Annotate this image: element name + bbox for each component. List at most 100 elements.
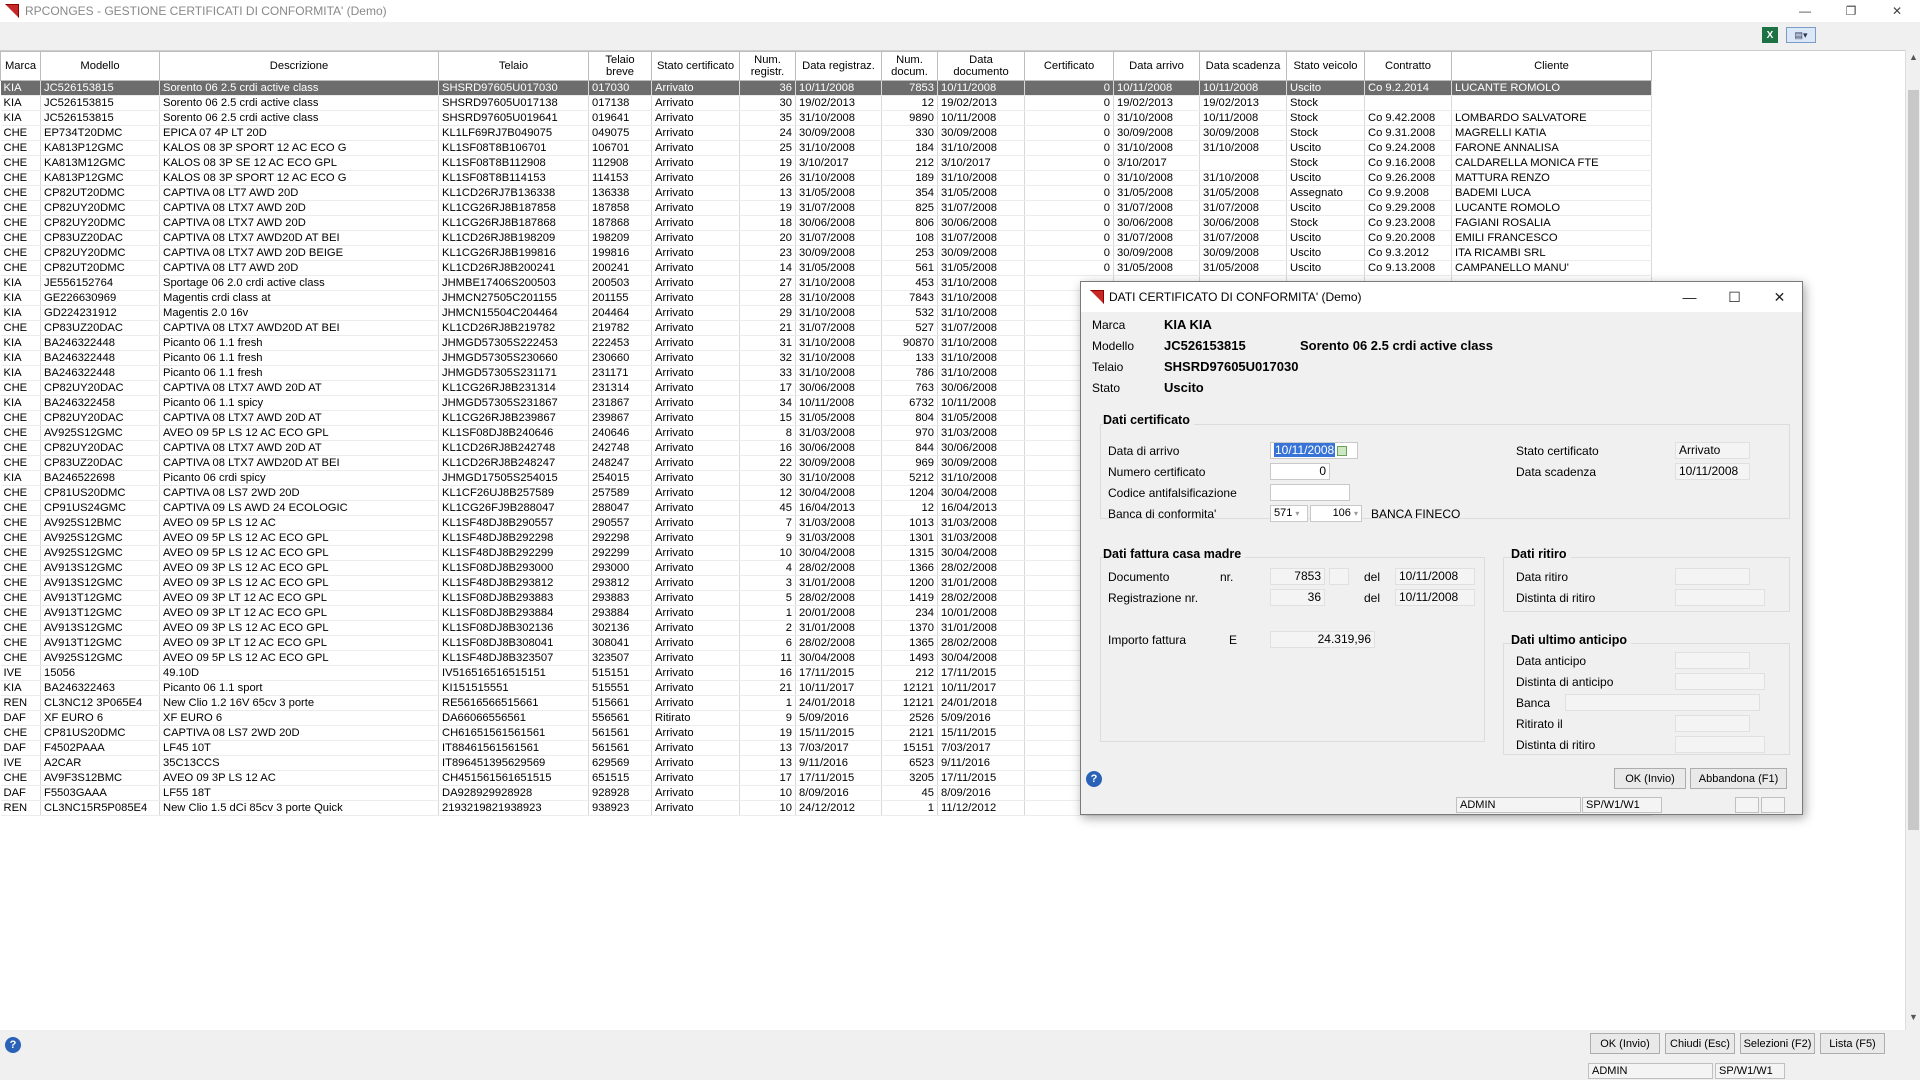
stato-label: Stato: [1092, 381, 1121, 395]
table-cell: Arrivato: [651, 800, 740, 816]
table-cell: 28/02/2008: [937, 590, 1025, 606]
table-cell: RE5616566515661: [438, 695, 589, 711]
table-row[interactable]: CHE CP82UY20DMC CAPTIVA 08 LTX7 AWD 20D KL1…: [0, 200, 1652, 216]
dialog-ok-button[interactable]: OK (Invio): [1614, 768, 1686, 789]
table-cell: 30/09/2008: [1113, 125, 1200, 141]
table-row[interactable]: CHE CP83UZ20DAC CAPTIVA 08 LTX7 AWD20D AT …: [0, 230, 1652, 246]
table-cell: 293884: [588, 605, 652, 621]
close-button[interactable]: ✕: [1874, 0, 1920, 22]
table-cell: DAF: [0, 710, 41, 726]
table-cell: CP81US20DMC: [40, 725, 160, 741]
table-row[interactable]: KIA JC526153815 Sorento 06 2.5 crdi active…: [0, 80, 1652, 96]
table-cell: Sorento 06 2.5 crdi active class: [159, 80, 439, 96]
table-row[interactable]: KIA JC526153815 Sorento 06 2.5 crdi active…: [0, 95, 1652, 111]
scroll-thumb[interactable]: [1908, 90, 1919, 830]
table-cell: Uscito: [1286, 245, 1365, 261]
table-row[interactable]: CHE CP82UT20DMC CAPTIVA 08 LT7 AWD 20D KL1C…: [0, 185, 1652, 201]
dialog-help-icon[interactable]: ?: [1086, 771, 1102, 787]
scroll-down-icon[interactable]: ▼: [1909, 1012, 1918, 1022]
banca-name: BANCA FINECO: [1371, 507, 1461, 521]
data-arrivo-input[interactable]: 10/11/2008: [1270, 442, 1358, 459]
scroll-up-icon[interactable]: ▲: [1909, 52, 1918, 62]
table-cell: 15: [739, 410, 796, 426]
codice-input[interactable]: [1270, 484, 1350, 501]
table-row[interactable]: CHE CP82UT20DMC CAPTIVA 08 LT7 AWD 20D KL1C…: [0, 260, 1652, 276]
table-row[interactable]: CHE CP82UY20DMC CAPTIVA 08 LTX7 AWD 20D BE…: [0, 245, 1652, 261]
table-row[interactable]: KIA JC526153815 Sorento 06 2.5 crdi active…: [0, 110, 1652, 126]
column-header[interactable]: Descrizione: [159, 51, 439, 81]
table-cell: 19/02/2013: [795, 95, 882, 111]
table-cell: AV913S12GMC: [40, 575, 160, 591]
table-cell: BA246322458: [40, 395, 160, 411]
table-row[interactable]: CHE KA813P12GMC KALOS 08 3P SPORT 12 AC EC…: [0, 140, 1652, 156]
dialog-minimize-button[interactable]: —: [1667, 282, 1712, 312]
column-header[interactable]: Data documento: [937, 51, 1025, 81]
table-cell: Arrivato: [651, 620, 740, 636]
column-header[interactable]: Cliente: [1451, 51, 1652, 81]
table-cell: 31/10/2008: [937, 335, 1025, 351]
lista-button[interactable]: Lista (F5): [1820, 1033, 1885, 1054]
column-header[interactable]: Contratto: [1364, 51, 1452, 81]
table-cell: Arrivato: [651, 575, 740, 591]
table-cell: 293812: [588, 575, 652, 591]
banca-cab-select[interactable]: 106 ▾: [1310, 505, 1362, 522]
numero-cert-input[interactable]: 0: [1270, 463, 1330, 480]
minimize-button[interactable]: —: [1782, 0, 1828, 22]
table-cell: KALOS 08 3P SPORT 12 AC ECO G: [159, 170, 439, 186]
column-header[interactable]: Data scadenza: [1199, 51, 1287, 81]
telaio-value: SHSRD97605U017030: [1164, 359, 1299, 374]
table-cell: CHE: [0, 635, 41, 651]
table-cell: 31/03/2008: [937, 530, 1025, 546]
table-cell: 31/10/2008: [795, 140, 882, 156]
banca2-value: [1565, 694, 1760, 711]
table-cell: CHE: [0, 245, 41, 261]
table-cell: KIA: [0, 350, 41, 366]
table-cell: 31/10/2008: [795, 470, 882, 486]
grid-vertical-scrollbar[interactable]: ▲ ▼: [1905, 50, 1920, 1030]
table-cell: 219782: [588, 320, 652, 336]
table-row[interactable]: CHE CP82UY20DMC CAPTIVA 08 LTX7 AWD 20D KL1…: [0, 215, 1652, 231]
table-row[interactable]: CHE KA813P12GMC KALOS 08 3P SPORT 12 AC EC…: [0, 170, 1652, 186]
table-cell: EMILI FRANCESCO: [1451, 230, 1652, 246]
dialog-close-button[interactable]: ✕: [1757, 282, 1802, 312]
column-header[interactable]: Modello: [40, 51, 160, 81]
dialog-maximize-button[interactable]: ☐: [1712, 282, 1757, 312]
excel-export-icon[interactable]: X: [1762, 27, 1778, 43]
column-header[interactable]: Telaio breve: [588, 51, 652, 81]
table-cell: 844: [881, 440, 938, 456]
column-header[interactable]: Telaio: [438, 51, 589, 81]
column-header[interactable]: Data arrivo: [1113, 51, 1200, 81]
table-cell: KIA: [0, 335, 41, 351]
dialog-abbandona-button[interactable]: Abbandona (F1): [1690, 768, 1787, 789]
table-cell: Stock: [1286, 125, 1365, 141]
table-cell: KIA: [0, 470, 41, 486]
calendar-icon[interactable]: [1337, 445, 1348, 456]
ok-button[interactable]: OK (Invio): [1590, 1033, 1660, 1054]
table-cell: 1419: [881, 590, 938, 606]
chiudi-button[interactable]: Chiudi (Esc): [1665, 1033, 1735, 1054]
table-cell: CHE: [0, 230, 41, 246]
data-scad-label: Data scadenza: [1516, 465, 1597, 479]
view-menu-icon[interactable]: ▤▾: [1786, 27, 1816, 43]
table-cell: 257589: [588, 485, 652, 501]
column-header[interactable]: Stato certificato: [651, 51, 740, 81]
table-cell: 0: [1024, 95, 1114, 111]
table-cell: 17: [739, 380, 796, 396]
table-cell: 3: [739, 575, 796, 591]
column-header[interactable]: Num. registr.: [739, 51, 796, 81]
banca-abi-select[interactable]: 571 ▾: [1270, 505, 1308, 522]
column-header[interactable]: Marca: [0, 51, 41, 81]
table-row[interactable]: CHE EP734T20DMC EPICA 07 4P LT 20D KL1LF69R…: [0, 125, 1652, 141]
column-header[interactable]: Num. docum.: [881, 51, 938, 81]
selezioni-button[interactable]: Selezioni (F2): [1740, 1033, 1815, 1054]
column-header[interactable]: Stato veicolo: [1286, 51, 1365, 81]
table-cell: CH61651561561561: [438, 725, 589, 741]
help-icon[interactable]: ?: [5, 1037, 21, 1053]
table-cell: 10/11/2017: [937, 680, 1025, 696]
column-header[interactable]: Data registraz.: [795, 51, 882, 81]
column-header[interactable]: Certificato: [1024, 51, 1114, 81]
maximize-button[interactable]: ❐: [1828, 0, 1874, 22]
table-cell: 31/10/2008: [937, 170, 1025, 186]
table-row[interactable]: CHE KA813M12GMC KALOS 08 3P SE 12 AC ECO G…: [0, 155, 1652, 171]
table-cell: 24/12/2012: [795, 800, 882, 816]
